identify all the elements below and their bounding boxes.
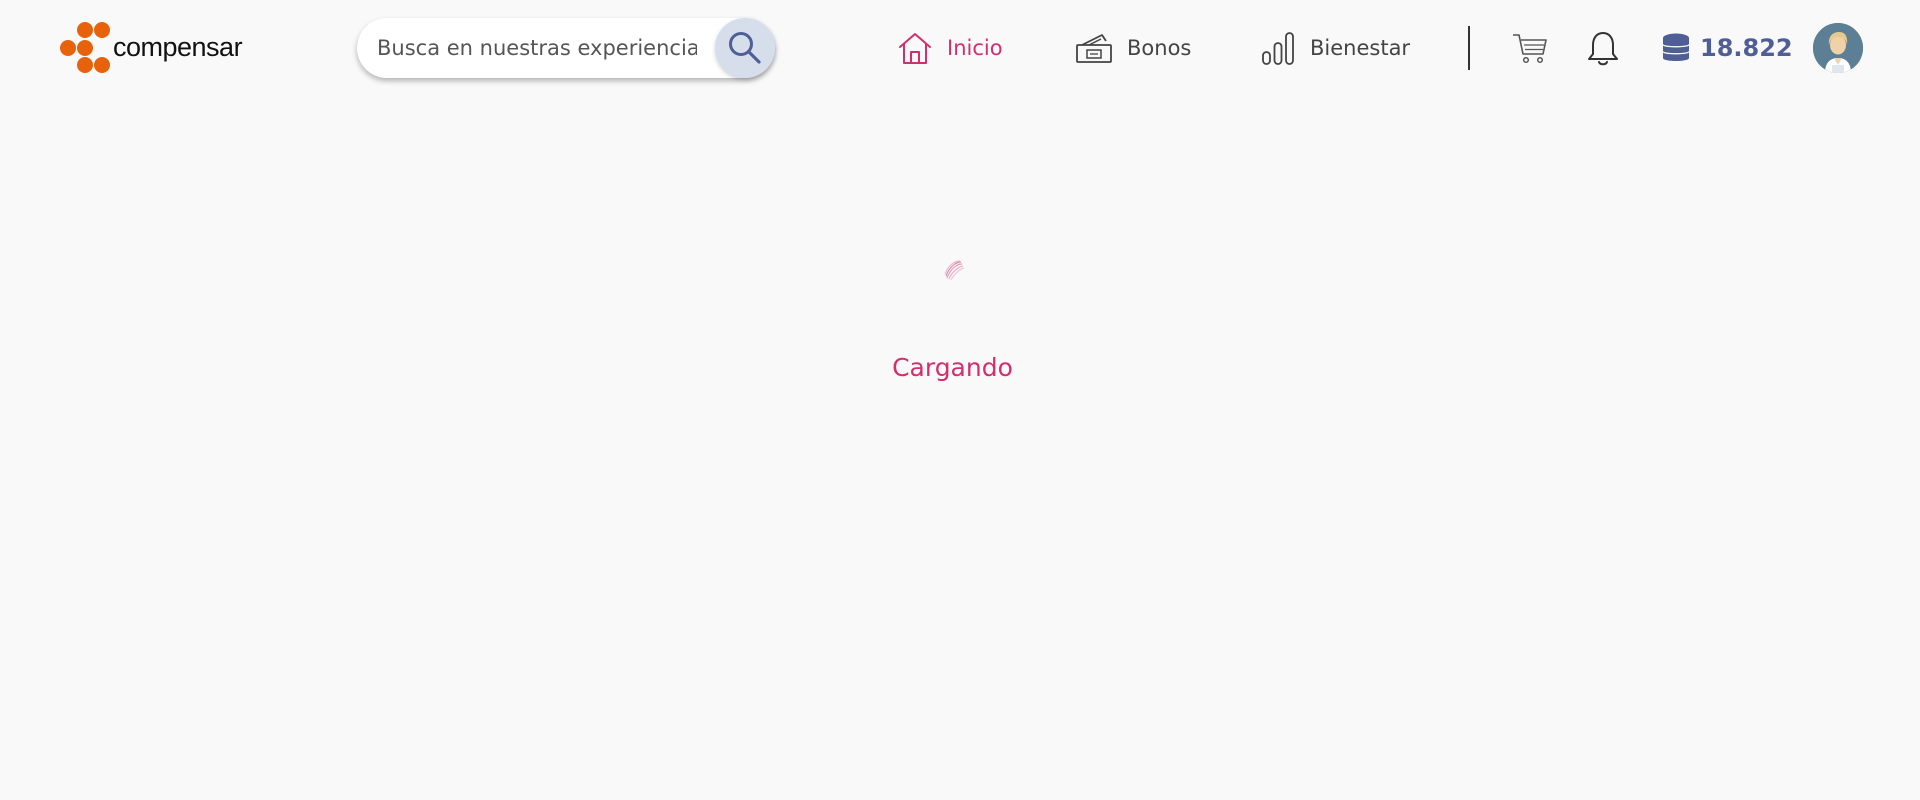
search-bar xyxy=(357,18,775,78)
nav-label-bienestar: Bienestar xyxy=(1310,36,1411,60)
search-input[interactable] xyxy=(377,18,697,78)
header-divider xyxy=(1468,26,1470,70)
spinner-icon xyxy=(943,260,964,281)
coins-stack-icon xyxy=(1662,33,1690,61)
points-balance[interactable]: 18.822 xyxy=(1660,26,1793,70)
points-value: 18.822 xyxy=(1700,34,1793,62)
search-button[interactable] xyxy=(715,18,775,78)
search-icon xyxy=(729,32,761,64)
cart-button[interactable] xyxy=(1508,26,1552,70)
nav-item-inicio[interactable]: Inicio xyxy=(897,26,1003,70)
user-avatar-icon xyxy=(1813,23,1863,73)
cart-icon xyxy=(1513,34,1547,64)
nav-item-bienestar[interactable]: Bienestar xyxy=(1260,26,1410,70)
home-icon xyxy=(899,33,931,64)
bar-chart-icon xyxy=(1262,32,1294,65)
nav-label-bonos: Bonos xyxy=(1127,36,1192,60)
bell-icon xyxy=(1588,32,1618,66)
nav-item-bonos[interactable]: Bonos xyxy=(1075,26,1191,70)
loading-indicator: Cargando xyxy=(0,250,1905,382)
nav-label-inicio: Inicio xyxy=(947,36,1003,60)
logo-text: compensar xyxy=(113,31,243,62)
logo-dots-icon xyxy=(60,22,110,73)
top-navbar: compensar Inicio Bonos xyxy=(0,0,1920,96)
compensar-logo[interactable]: compensar xyxy=(60,22,243,74)
ticket-icon xyxy=(1076,34,1112,63)
notifications-button[interactable] xyxy=(1581,26,1625,70)
user-avatar[interactable] xyxy=(1813,23,1863,73)
loading-text: Cargando xyxy=(892,353,1013,382)
